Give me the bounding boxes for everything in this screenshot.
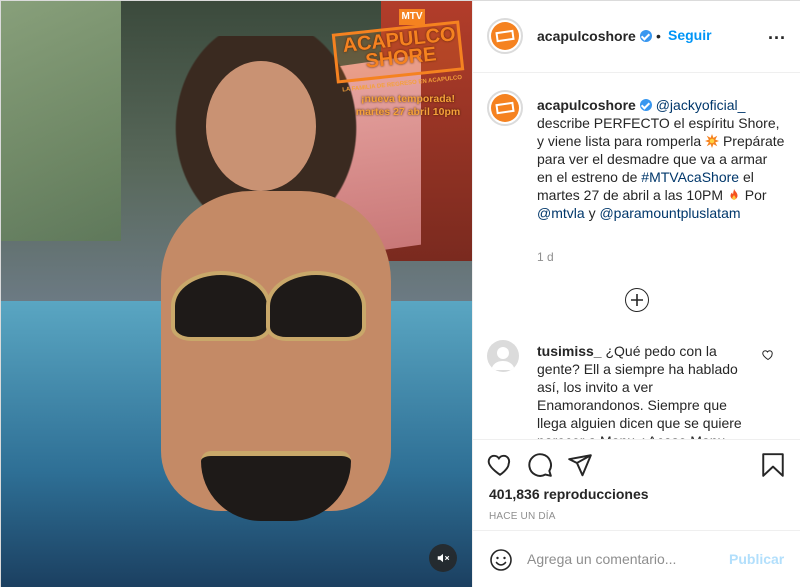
post-window: MTV ACAPULCO SHORE LA FAMILIA DE REGRESO… xyxy=(0,0,800,587)
caption-text-4: Por xyxy=(744,187,767,203)
load-more-comments-button[interactable] xyxy=(625,288,649,312)
post-side-panel: acapulcoshore • Seguir ... acapulcoshore… xyxy=(472,1,800,587)
view-count: 401,836 reproducciones xyxy=(489,486,649,502)
comments-area[interactable]: acapulcoshore @jackyoficial_ describe PE… xyxy=(473,74,800,439)
collision-emoji xyxy=(705,134,720,148)
comment-composer: Publicar xyxy=(473,530,800,587)
heart-icon[interactable] xyxy=(487,452,513,478)
caption-timestamp[interactable]: 1 d xyxy=(537,250,554,264)
comment-bubble-icon[interactable] xyxy=(527,452,553,478)
bikini-top-right xyxy=(266,271,366,341)
post-timestamp[interactable]: HACE UN DÍA xyxy=(489,511,556,522)
post-caption: acapulcoshore @jackyoficial_ describe PE… xyxy=(537,96,785,222)
person-face xyxy=(206,61,316,191)
header-username[interactable]: acapulcoshore xyxy=(537,28,652,44)
paper-plane-icon[interactable] xyxy=(567,452,593,478)
smiley-icon[interactable] xyxy=(489,548,513,572)
commenter-avatar[interactable] xyxy=(487,340,519,372)
bikini-top-left xyxy=(171,271,271,341)
caption-text-5: y xyxy=(588,205,596,221)
mtv-logo-badge: MTV xyxy=(399,9,425,25)
mute-button[interactable] xyxy=(429,544,457,572)
caption-username[interactable]: acapulcoshore xyxy=(537,97,636,113)
more-options-button[interactable]: ... xyxy=(768,23,786,44)
verified-badge-icon xyxy=(639,99,652,111)
fire-emoji xyxy=(730,188,738,200)
bookmark-icon[interactable] xyxy=(761,452,785,478)
account-avatar[interactable] xyxy=(487,18,523,54)
promo-line-1: ¡nueva temporada! xyxy=(361,93,455,105)
default-avatar-icon xyxy=(491,347,515,370)
comment-input[interactable] xyxy=(527,543,727,575)
comment-like-icon[interactable] xyxy=(762,349,774,361)
follow-button[interactable]: Seguir xyxy=(668,27,712,43)
publish-button[interactable]: Publicar xyxy=(729,551,784,567)
verified-badge-icon xyxy=(639,30,652,42)
mention-link-2[interactable]: @mtvla xyxy=(537,205,585,221)
promo-text: ¡nueva temporada! martes 27 abril 10pm xyxy=(343,93,472,119)
header-separator: • xyxy=(656,28,661,44)
background-foliage xyxy=(1,1,121,241)
hashtag-link[interactable]: #MTVAcaShore xyxy=(641,169,739,185)
promo-line-2: martes 27 abril 10pm xyxy=(355,106,461,118)
mention-link[interactable]: @jackyoficial_ xyxy=(656,97,746,113)
speaker-muted-icon xyxy=(437,553,450,563)
post-video[interactable]: MTV ACAPULCO SHORE LA FAMILIA DE REGRESO… xyxy=(1,1,472,587)
caption-avatar[interactable] xyxy=(487,90,523,126)
commenter-username[interactable]: tusimiss_ xyxy=(537,343,602,359)
comment-item: tusimiss_ ¿Qué pedo con la gente? Ell a … xyxy=(537,342,759,439)
mention-link-3[interactable]: @paramountpluslatam xyxy=(599,205,740,221)
plus-icon xyxy=(631,294,643,306)
post-header: acapulcoshore • Seguir ... xyxy=(473,1,800,73)
